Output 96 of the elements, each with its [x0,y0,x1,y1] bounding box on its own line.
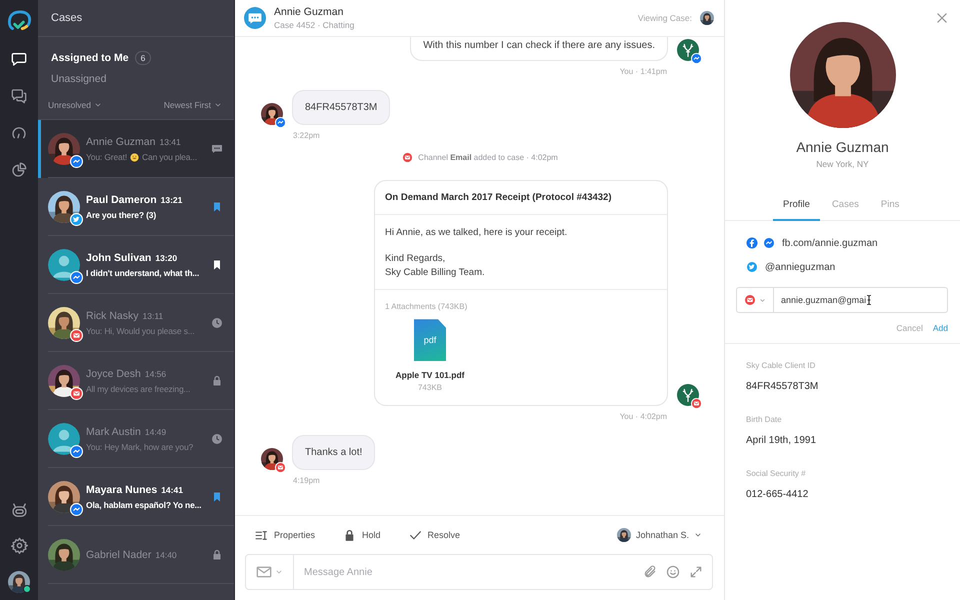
hold-button[interactable]: Hold [343,528,381,542]
message-time: 3:22pm [292,131,321,140]
input-field[interactable]: annie.guzman@gmai [774,287,948,313]
case-item[interactable]: Annie Guzman 13:41 You: Great! Can you plea... [38,120,234,178]
properties-button[interactable]: Properties [255,528,316,542]
timestamp: 13:21 [160,195,182,205]
chevron-icon [759,296,766,304]
filter-tab[interactable]: Assigned to Me [51,52,129,64]
chevron-icon [275,568,283,576]
field-label: Birth Date [746,415,783,424]
resolve-button[interactable]: Resolve [408,528,460,542]
paperclip-icon[interactable] [643,565,657,579]
message-preview: Ola, hablam español? Yo ne... [86,500,202,510]
message-meta: You · 4:02pm [618,412,668,422]
properties-icon [255,528,268,542]
assignee-dropdown[interactable]: Johnathan S. [616,528,702,542]
event-text: Channel Email added to case · 4:02pm [418,153,558,162]
chat-icon [244,7,266,29]
contact-name: Mayara Nunes [86,484,158,496]
message-preview: I didn't understand, what th... [86,268,200,278]
profile-name: Annie Guzman [796,139,889,155]
lock-icon [343,528,356,542]
contact-name: Annie Guzman [86,136,156,148]
profile-tab[interactable]: Cases [822,195,869,221]
add-button[interactable]: Add [932,323,948,333]
timestamp: 14:49 [144,427,166,437]
chevron-icon [694,531,702,539]
message-preview: You: Great! [86,152,128,162]
cancel-button[interactable]: Cancel [896,323,923,333]
field-value: 012-665-4412 [746,489,810,500]
email-body: Kind Regards, Sky Cable Billing Team. [385,252,486,280]
email-body: Hi Annie, as we talked, here is your receipt. [385,226,568,240]
emoji-icon[interactable] [666,565,680,579]
profile-location: New York, NY [816,159,869,169]
contact-name: Mark Austin [86,426,141,438]
twitter-icon [746,261,758,273]
message-meta: You · 1:41pm [618,67,668,76]
message-time: 4:19pm [292,476,321,486]
message-preview: You: Hi, Would you please s... [86,326,194,336]
composer-box[interactable]: Message Annie [245,554,713,590]
messenger-icon [763,237,775,249]
chevron-icon [94,101,102,109]
expand-icon[interactable] [689,565,703,579]
timestamp: 14:40 [155,550,177,560]
file-size: 743KB [418,383,442,392]
message-bubble: With this number I can check if there are any issues. [410,37,668,61]
contact-handle: @annieguzman [765,262,836,272]
contact-name: Rick Nasky [86,310,139,322]
message-bubble: Thanks a lot! [292,435,376,470]
close-icon [935,11,949,25]
conversations-icon[interactable] [11,88,27,104]
timestamp: 13:41 [159,137,181,147]
field-label: Social Security # [746,469,807,478]
message-preview: All my devices are freezing... [86,384,190,394]
message-preview: Are you there? (3) [86,210,156,220]
filter-dropdown[interactable]: Newest First [164,100,222,110]
contact-name: Gabriel Nader [86,549,152,561]
profile-tab[interactable]: Profile [773,195,820,221]
filter-tab[interactable]: Unassigned [51,73,106,85]
timestamp: 13:11 [142,311,164,321]
filter-dropdown[interactable]: Unresolved [48,100,102,110]
panel-title: Cases [51,12,82,24]
contact-name: John Sulivan [86,252,152,264]
timestamp: 14:56 [144,369,166,379]
viewing-label: Viewing Case: [638,13,692,23]
pdf-file-icon: pdf [414,319,446,362]
email-subject: On Demand March 2017 Receipt (Protocol #43432) [375,181,667,215]
count-badge: 6 [134,51,152,65]
timestamp: 13:20 [155,253,178,263]
file-name: Apple TV 101.pdf [396,370,464,380]
case-status: Case 4452 · Chatting [274,20,356,30]
field-value: 84FR45578T3M [746,381,820,392]
field-value: April 19th, 1991 [746,435,818,446]
attachments-label: 1 Attachments (743KB) [384,301,468,314]
chevron-icon [214,101,222,109]
field-label: Sky Cable Client ID [746,361,816,370]
facebook-icon [746,237,758,249]
timestamp: 14:41 [161,485,183,495]
contact-handle: fb.com/annie.guzman [782,238,878,248]
contact-name: Paul Dameron [86,194,157,206]
mail-icon [256,564,272,580]
file-attachment[interactable]: pdf Apple TV 101.pdf 743KB [385,319,475,392]
gauge-icon[interactable] [11,125,27,141]
robot-icon[interactable] [10,502,28,519]
message-preview: Can you plea... [142,152,197,162]
profile-tab[interactable]: Pins [870,195,910,221]
contact-name: Annie Guzman [274,6,344,18]
pie-chart-icon[interactable] [11,162,27,178]
close-button[interactable] [935,11,949,25]
message-input[interactable]: Message Annie [294,555,643,589]
message-preview: You: Hey Mark, how are you? [86,442,194,452]
chat-icon[interactable] [11,51,27,67]
settings-icon[interactable] [10,537,28,554]
checkmark-icon [408,528,422,542]
message-bubble: 84FR45578T3M [292,90,390,125]
contact-name: Joyce Desh [86,368,141,380]
